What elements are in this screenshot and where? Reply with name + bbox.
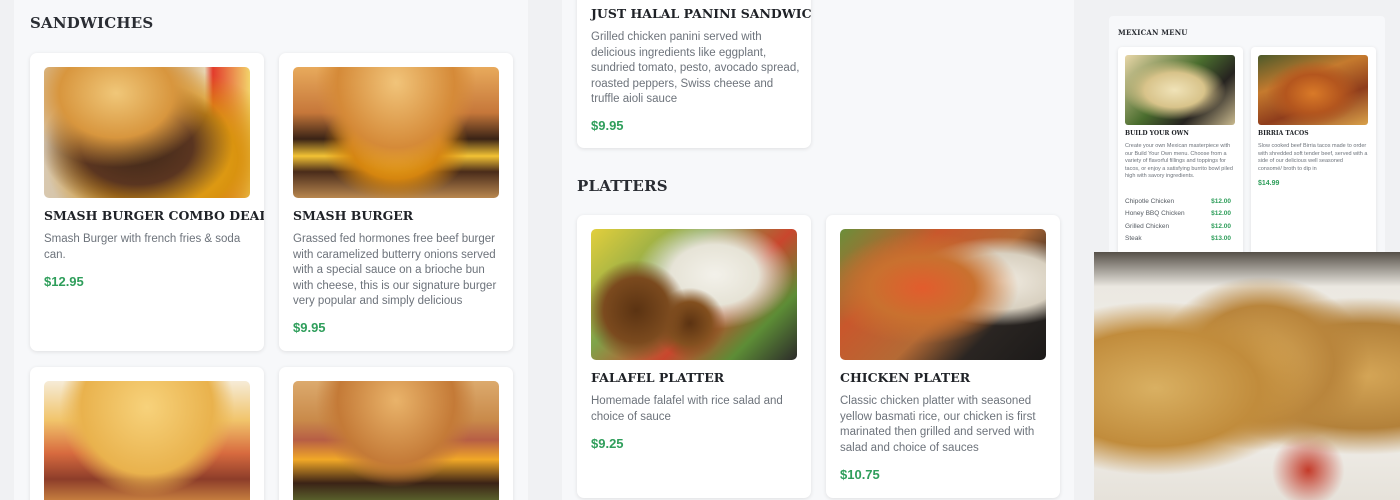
item-title: CHICKEN PLATER bbox=[840, 370, 971, 385]
middle-menu-section: JUST HALAL PANINI SANDWICH Grilled chick… bbox=[562, 0, 1074, 500]
menu-card-chicken-sandwich[interactable] bbox=[30, 367, 264, 500]
item-description: Create your own Mexican masterpiece with… bbox=[1125, 143, 1233, 180]
item-title: SMASH BURGER bbox=[293, 208, 414, 223]
tacos-photo bbox=[1094, 252, 1400, 500]
menu-card-birria-tacos[interactable]: BIRRIA TACOS Slow cooked beef Birria tac… bbox=[1251, 47, 1376, 256]
item-description: Slow cooked beef Birria tacos made to or… bbox=[1258, 143, 1368, 172]
item-price: $14.99 bbox=[1258, 180, 1280, 187]
platters-heading: PLATTERS bbox=[577, 177, 668, 195]
sandwiches-heading: SANDWICHES bbox=[30, 14, 154, 32]
menu-card-build-your-own[interactable]: BUILD YOUR OWN Create your own Mexican m… bbox=[1118, 47, 1243, 256]
menu-card-panini[interactable]: JUST HALAL PANINI SANDWICH Grilled chick… bbox=[577, 0, 811, 148]
option-name: Chipotle Chicken bbox=[1125, 198, 1175, 205]
option-price: $12.00 bbox=[1211, 198, 1231, 205]
item-description: Grilled chicken panini served with delic… bbox=[591, 31, 800, 105]
option-price: $12.00 bbox=[1211, 223, 1231, 230]
food-image bbox=[44, 67, 250, 198]
menu-card-smash-burger[interactable]: SMASH BURGER Grassed fed hormones free b… bbox=[279, 53, 513, 351]
menu-card-chicken-platter[interactable]: CHICKEN PLATER Classic chicken platter w… bbox=[826, 215, 1060, 498]
item-title: FALAFEL PLATTER bbox=[591, 370, 725, 385]
food-image bbox=[1258, 55, 1368, 125]
item-price: $9.95 bbox=[591, 118, 624, 133]
item-description: Classic chicken platter with seasoned ye… bbox=[840, 395, 1036, 454]
food-image bbox=[591, 229, 797, 360]
item-price: $12.95 bbox=[44, 274, 84, 289]
mexican-menu-section: MEXICAN MENU BUILD YOUR OWN Create your … bbox=[1109, 16, 1385, 256]
item-description: Smash Burger with french fries & soda ca… bbox=[44, 233, 241, 261]
item-description: Homemade falafel with rice salad and cho… bbox=[591, 395, 783, 423]
menu-card-falafel-platter[interactable]: FALAFEL PLATTER Homemade falafel with ri… bbox=[577, 215, 811, 498]
food-image bbox=[1125, 55, 1235, 125]
option-name: Honey BBQ Chicken bbox=[1125, 210, 1185, 217]
option-name: Steak bbox=[1125, 235, 1142, 242]
food-image bbox=[840, 229, 1046, 360]
item-price: $9.95 bbox=[293, 320, 326, 335]
option-price: $13.00 bbox=[1211, 235, 1231, 242]
food-image bbox=[293, 381, 499, 500]
option-name: Grilled Chicken bbox=[1125, 223, 1170, 230]
item-title: BIRRIA TACOS bbox=[1258, 130, 1309, 137]
option-price: $12.00 bbox=[1211, 210, 1231, 217]
food-image bbox=[293, 67, 499, 198]
item-price: $9.25 bbox=[591, 436, 624, 451]
item-title: BUILD YOUR OWN bbox=[1125, 130, 1189, 137]
mexican-menu-heading: MEXICAN MENU bbox=[1118, 28, 1188, 37]
item-description: Grassed fed hormones free beef burger wi… bbox=[293, 233, 497, 307]
item-title: SMASH BURGER COMBO DEAL bbox=[44, 208, 264, 223]
item-title: JUST HALAL PANINI SANDWICH bbox=[591, 6, 811, 21]
sandwiches-section: SANDWICHES SMASH BURGER COMBO DEAL Smash… bbox=[14, 0, 528, 500]
food-image bbox=[44, 381, 250, 500]
item-price: $10.75 bbox=[840, 467, 880, 482]
menu-card-double-burger[interactable] bbox=[279, 367, 513, 500]
menu-card-smash-burger-combo[interactable]: SMASH BURGER COMBO DEAL Smash Burger wit… bbox=[30, 53, 264, 351]
